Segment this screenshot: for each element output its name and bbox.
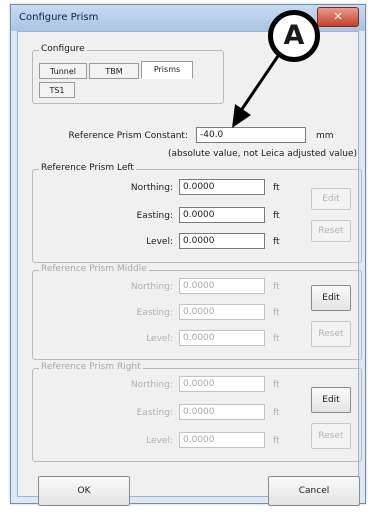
- callout-badge: A: [268, 10, 320, 62]
- prism-left-level-label: Level:: [146, 237, 173, 247]
- prism-right-northing-input[interactable]: 0.0000: [179, 376, 265, 392]
- prism-right-reset-button[interactable]: Reset: [311, 423, 351, 449]
- prism-left-group-label: Reference Prism Left: [39, 163, 136, 173]
- prism-left-easting-input[interactable]: 0.0000: [179, 207, 265, 223]
- prism-middle-easting-label: Easting:: [136, 308, 173, 318]
- prism-right-level-label: Level:: [146, 436, 173, 446]
- prism-right-group-label: Reference Prism Right: [39, 362, 143, 372]
- prism-right-easting-input[interactable]: 0.0000: [179, 404, 265, 420]
- prism-constant-input[interactable]: -40.0: [196, 127, 306, 143]
- prism-right-easting-unit: ft: [273, 408, 280, 418]
- prism-left-easting-label: Easting:: [136, 211, 173, 221]
- prism-left-group: Reference Prism Left Northing: 0.0000 ft…: [32, 163, 362, 263]
- cancel-button[interactable]: Cancel: [268, 476, 360, 506]
- prism-left-easting-unit: ft: [273, 211, 280, 221]
- prism-left-edit-button[interactable]: Edit: [311, 188, 351, 210]
- prism-middle-northing-unit: ft: [273, 282, 280, 292]
- prism-middle-group-label: Reference Prism Middle: [39, 264, 149, 274]
- prism-middle-edit-button[interactable]: Edit: [311, 285, 351, 311]
- tab-tbm[interactable]: TBM: [89, 63, 139, 79]
- ok-button[interactable]: OK: [38, 476, 130, 506]
- configure-prism-dialog: Configure Prism ✕ Configure Tunnel TBM P…: [10, 4, 366, 506]
- prism-middle-level-input[interactable]: 0.0000: [179, 330, 265, 346]
- tab-ts1[interactable]: TS1: [39, 82, 75, 98]
- prism-right-easting-label: Easting:: [136, 408, 173, 418]
- configure-group-label: Configure: [39, 44, 87, 54]
- dialog-body: Configure Tunnel TBM Prisms TS1 Referenc…: [17, 31, 362, 506]
- prism-left-level-unit: ft: [273, 237, 280, 247]
- prism-right-group: Reference Prism Right Northing: 0.0000 f…: [32, 362, 362, 462]
- prism-constant-unit: mm: [316, 131, 334, 141]
- prism-right-level-input[interactable]: 0.0000: [179, 432, 265, 448]
- tab-prisms[interactable]: Prisms: [141, 61, 193, 79]
- prism-middle-group: Reference Prism Middle Northing: 0.0000 …: [32, 264, 362, 360]
- window-title: Configure Prism: [19, 12, 99, 23]
- prism-right-northing-unit: ft: [273, 380, 280, 390]
- close-button[interactable]: ✕: [317, 7, 359, 27]
- prism-left-northing-label: Northing:: [130, 183, 173, 193]
- prism-left-reset-button[interactable]: Reset: [311, 220, 351, 242]
- prism-left-northing-unit: ft: [273, 183, 280, 193]
- prism-middle-level-label: Level:: [146, 334, 173, 344]
- prism-left-level-input[interactable]: 0.0000: [179, 233, 265, 249]
- prism-constant-note: (absolute value, not Leica adjusted valu…: [168, 149, 358, 159]
- prism-middle-northing-label: Northing:: [130, 282, 173, 292]
- tab-tunnel[interactable]: Tunnel: [39, 63, 87, 79]
- prism-middle-easting-unit: ft: [273, 308, 280, 318]
- prism-right-level-unit: ft: [273, 436, 280, 446]
- prism-middle-northing-input[interactable]: 0.0000: [179, 278, 265, 294]
- prism-right-northing-label: Northing:: [130, 380, 173, 390]
- prism-left-northing-input[interactable]: 0.0000: [179, 179, 265, 195]
- prism-constant-label: Reference Prism Constant:: [68, 131, 188, 141]
- prism-middle-level-unit: ft: [273, 334, 280, 344]
- configure-group: Configure Tunnel TBM Prisms TS1: [32, 44, 224, 104]
- prism-right-edit-button[interactable]: Edit: [311, 387, 351, 413]
- prism-middle-easting-input[interactable]: 0.0000: [179, 304, 265, 320]
- prism-middle-reset-button[interactable]: Reset: [311, 321, 351, 347]
